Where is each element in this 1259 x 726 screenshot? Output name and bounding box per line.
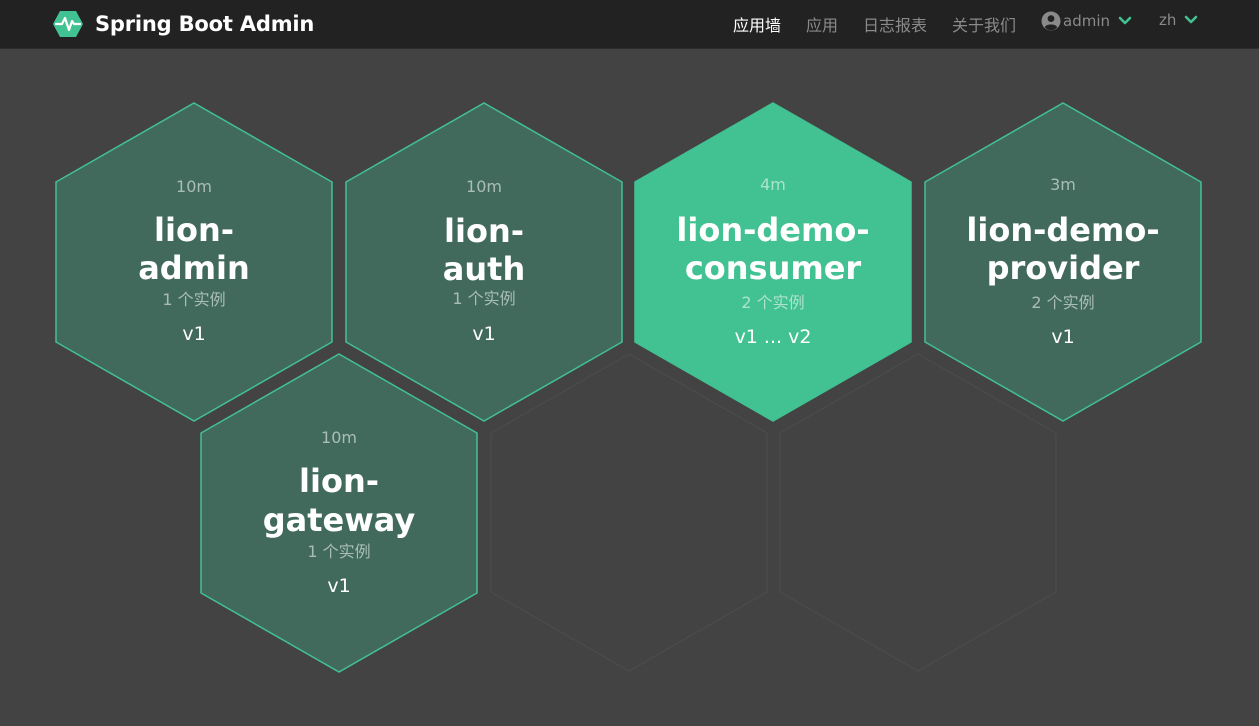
app-instance-count: 1 个实例	[452, 289, 515, 308]
app-name-line2: provider	[987, 249, 1140, 287]
application-tile[interactable]: 4m lion-demo- consumer 2 个实例 v1 ... v2	[634, 102, 912, 422]
app-version: v1	[327, 575, 350, 597]
app-version: v1	[472, 323, 495, 345]
application-tile[interactable]: 10m lion- admin 1 个实例 v1	[55, 102, 333, 422]
app-uptime: 10m	[321, 428, 357, 447]
app-name-line2: consumer	[685, 249, 862, 287]
app-uptime: 4m	[760, 175, 786, 194]
application-tile[interactable]: 10m lion- auth 1 个实例 v1	[345, 102, 623, 422]
app-instance-count: 1 个实例	[307, 542, 370, 561]
app-version: v1	[182, 323, 205, 345]
app-name-line2: gateway	[263, 501, 416, 539]
app-name-line2: auth	[443, 250, 525, 288]
application-tile[interactable]: 3m lion-demo- provider 2 个实例 v1	[924, 102, 1202, 422]
app-uptime: 10m	[176, 177, 212, 196]
application-wall: 10m lion- admin 1 个实例 v1 10m lion- auth …	[55, 102, 1202, 673]
app-version: v1	[1051, 326, 1074, 348]
empty-hex-placeholder	[779, 353, 1057, 672]
app-name-line1: lion-	[299, 462, 379, 500]
app-name-line2: admin	[138, 249, 250, 287]
app-name-line1: lion-demo-	[966, 211, 1159, 249]
app-name-line1: lion-	[444, 212, 524, 250]
app-name-line1: lion-	[154, 211, 234, 249]
app-uptime: 10m	[466, 177, 502, 196]
app-uptime: 3m	[1050, 175, 1076, 194]
app-instance-count: 1 个实例	[162, 290, 225, 309]
app-instance-count: 2 个实例	[741, 293, 804, 312]
empty-hex-placeholder	[490, 353, 768, 672]
app-name-line1: lion-demo-	[676, 211, 869, 249]
application-tile[interactable]: 10m lion- gateway 1 个实例 v1	[200, 353, 478, 673]
app-instance-count: 2 个实例	[1031, 293, 1094, 312]
app-version: v1 ... v2	[735, 326, 812, 348]
